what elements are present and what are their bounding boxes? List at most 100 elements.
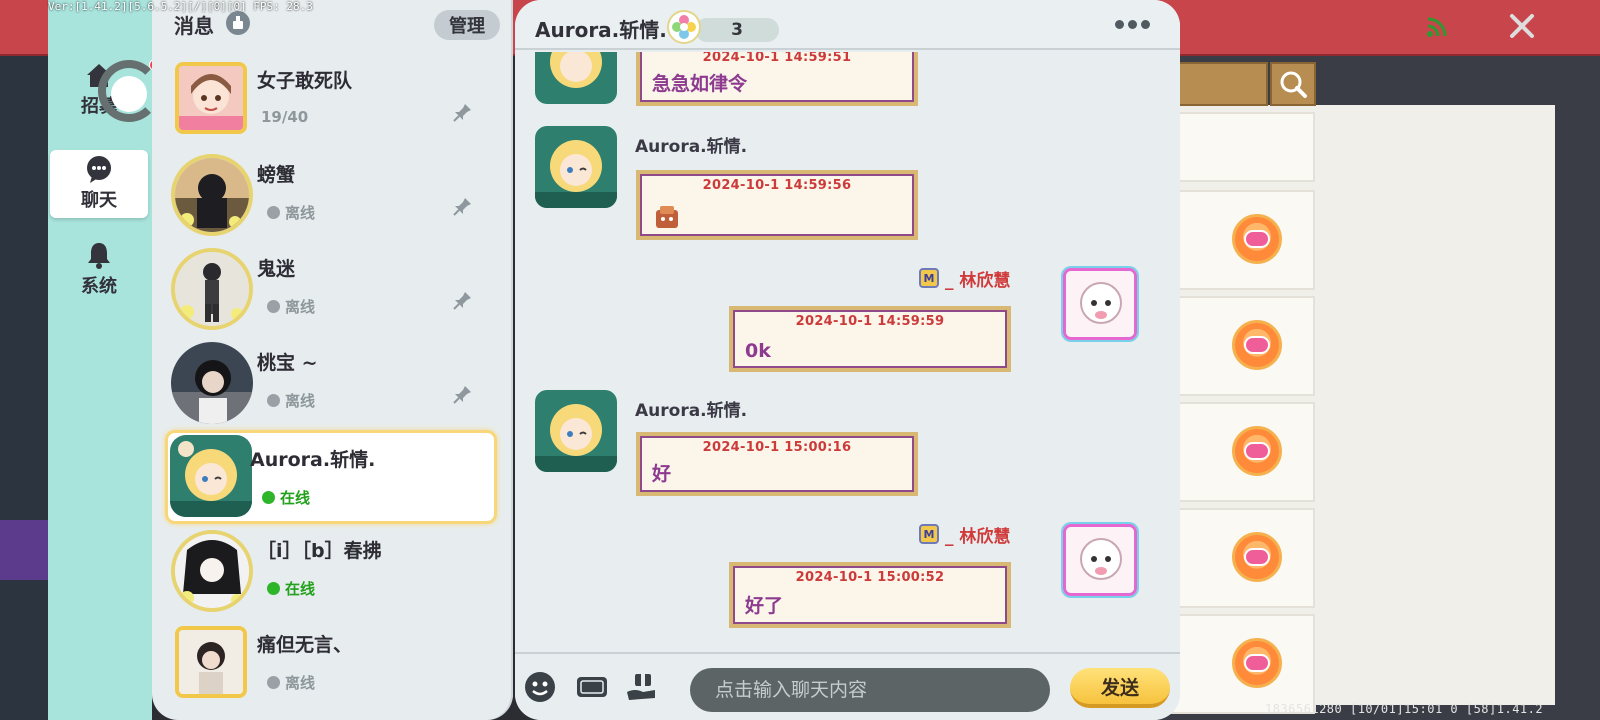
game-chat-button[interactable] [1232, 214, 1282, 264]
contact-status: 离线 [267, 202, 315, 223]
contact-name: 桃宝 ~ [257, 352, 318, 374]
message-text: 好了 [745, 595, 784, 617]
game-list-row [1160, 614, 1315, 714]
pin-icon[interactable] [453, 102, 473, 122]
send-button[interactable]: 发送 [1070, 668, 1170, 708]
pin-icon[interactable] [453, 290, 473, 310]
message-time: 2024-10-1 14:59:59 [795, 314, 945, 329]
message-sender: Aurora.斩情. [635, 401, 748, 421]
message-sender: _ 林欣慧 [945, 527, 1011, 547]
message-bubble-self: 2024-10-1 14:59:59 0k [729, 306, 1011, 372]
avatar [171, 154, 253, 236]
message-text: 好 [652, 463, 672, 485]
contact-name: 螃蟹 [257, 164, 296, 186]
pin-icon[interactable] [453, 196, 473, 216]
contact-status: 离线 [267, 672, 315, 693]
message-sender: _ 林欣慧 [945, 271, 1011, 291]
chat-title: Aurora.斩情. [535, 18, 667, 42]
keyboard-icon[interactable] [575, 670, 609, 704]
message-time: 2024-10-1 14:59:51 [702, 52, 852, 65]
game-left-strip [0, 56, 48, 720]
contact-status: 离线 [267, 296, 315, 317]
self-avatar[interactable] [1063, 268, 1137, 340]
contact-status: 在线 [267, 578, 315, 599]
chat-avatar[interactable] [535, 52, 617, 104]
game-list-row [1160, 296, 1315, 396]
avatar [171, 248, 253, 330]
message-bubble: 2024-10-1 14:59:56 [636, 170, 918, 240]
message-time: 2024-10-1 14:59:56 [702, 178, 852, 193]
avatar [175, 62, 247, 134]
nav-item-chat[interactable]: 聊天 [50, 150, 148, 218]
game-chat-button[interactable] [1232, 532, 1282, 582]
game-search-button[interactable] [1270, 62, 1316, 106]
search-icon [1280, 71, 1307, 98]
contact-name: Aurora.斩情. [250, 449, 376, 471]
side-nav: 招募 聊天 系统 [48, 0, 161, 720]
game-chat-button[interactable] [1232, 638, 1282, 688]
chat-avatar[interactable] [535, 126, 617, 208]
contact-name: 鬼迷 [257, 258, 296, 280]
signal-icon [1427, 17, 1447, 37]
chat-input-bar: 发送 [515, 652, 1180, 720]
chat-avatar[interactable] [535, 390, 617, 472]
avatar [171, 342, 253, 424]
manage-button[interactable]: 管理 [434, 10, 500, 40]
message-sender: Aurora.斩情. [635, 137, 748, 157]
footer-id-text: 1836561280 [10/01]15:01 0 [58]1.41.2 [1265, 702, 1544, 716]
message-time: 2024-10-1 15:00:16 [702, 440, 852, 455]
contact-item[interactable]: 痛但无言、 离线 [165, 618, 497, 712]
nav-label: 系统 [81, 276, 117, 297]
message-bubble: 2024-10-1 14:59:51 急急如律令 [636, 52, 918, 106]
message-bubble-self: 2024-10-1 15:00:52 好了 [729, 562, 1011, 628]
emoji-icon[interactable] [523, 670, 557, 704]
flower-count: 3 [695, 18, 779, 42]
nav-item-system[interactable]: 系统 [50, 236, 148, 304]
self-avatar[interactable] [1063, 524, 1137, 596]
chat-panel: Aurora.斩情. 3 2024-10-1 14:59:51 急急如律令 Au… [515, 0, 1180, 720]
contact-status: 在线 [262, 487, 310, 508]
contact-item-selected[interactable]: Aurora.斩情. 在线 [165, 430, 497, 524]
close-icon[interactable] [1508, 12, 1536, 40]
contact-item[interactable]: 桃宝 ~ 离线 [165, 336, 497, 430]
more-options-button[interactable] [1115, 20, 1150, 29]
contact-item[interactable]: ［i］［b］春拂 在线 [165, 524, 497, 618]
message-text: 急急如律令 [652, 73, 748, 95]
chat-message-input[interactable] [690, 668, 1050, 712]
loading-spinner-center [111, 76, 147, 112]
contact-status: 19/40 [261, 108, 309, 126]
list-title: 消息 [174, 14, 214, 38]
game-list-row [1160, 190, 1315, 290]
gift-hand-icon[interactable] [625, 670, 659, 704]
chat-bubble-icon [87, 156, 111, 183]
contact-name: 痛但无言、 [257, 634, 353, 656]
avatar [171, 530, 253, 612]
game-decoration [0, 520, 48, 580]
chat-header: Aurora.斩情. 3 [515, 0, 1180, 50]
message-bubble: 2024-10-1 15:00:16 好 [636, 432, 918, 496]
game-chat-button[interactable] [1232, 320, 1282, 370]
contact-item[interactable]: 鬼迷 离线 [165, 242, 497, 336]
emoji-sticker-icon [656, 206, 678, 228]
flower-icon[interactable] [667, 10, 701, 44]
vip-badge-icon: M [919, 268, 939, 288]
game-chat-button[interactable] [1232, 426, 1282, 476]
vip-badge-icon: M [919, 524, 939, 544]
contact-item[interactable]: 螃蟹 离线 [165, 148, 497, 242]
game-list-row [1160, 112, 1315, 182]
message-time: 2024-10-1 15:00:52 [795, 570, 945, 585]
contact-item[interactable]: 女子敢死队 19/40 [165, 54, 497, 148]
avatar [175, 626, 247, 698]
avatar [170, 435, 252, 517]
message-list[interactable]: 2024-10-1 14:59:51 急急如律令 Aurora.斩情. 2024… [515, 52, 1180, 652]
pin-icon[interactable] [453, 384, 473, 404]
contact-status: 离线 [267, 390, 315, 411]
contact-name: ［i］［b］春拂 [257, 540, 382, 562]
bell-icon [88, 243, 110, 269]
message-text: 0k [745, 340, 771, 362]
game-list-row [1160, 508, 1315, 608]
broom-icon[interactable] [226, 11, 250, 35]
contact-name: 女子敢死队 [257, 70, 353, 92]
game-list-row [1160, 402, 1315, 502]
nav-label: 聊天 [81, 190, 117, 211]
